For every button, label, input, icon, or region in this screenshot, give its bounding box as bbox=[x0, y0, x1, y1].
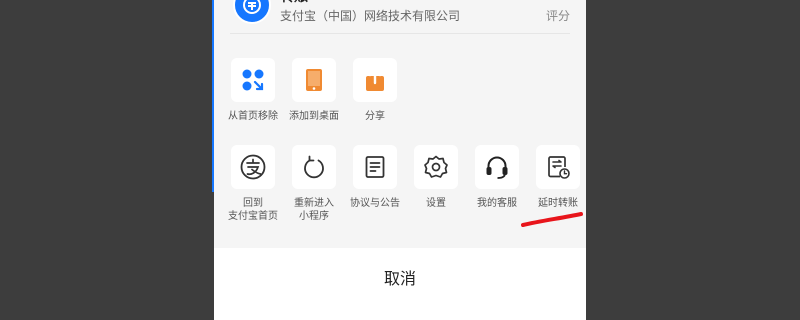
share-tile bbox=[353, 58, 397, 102]
settings-button[interactable]: 设置 bbox=[406, 145, 466, 210]
agreements-notices-button[interactable]: 协议与公告 bbox=[345, 145, 405, 210]
reload-icon bbox=[304, 155, 324, 179]
reenter-mini-program-tile bbox=[292, 145, 336, 189]
app-logo bbox=[233, 0, 271, 24]
share-button[interactable]: 分享 bbox=[345, 58, 405, 123]
red-underline-annotation bbox=[521, 212, 583, 227]
headset-icon bbox=[486, 156, 508, 179]
cancel-button[interactable]: 取消 bbox=[214, 248, 586, 320]
remove-from-home-tile bbox=[231, 58, 275, 102]
customer-service-label: 我的客服 bbox=[477, 198, 517, 209]
share-icon bbox=[366, 68, 384, 91]
customer-service-button[interactable]: 我的客服 bbox=[467, 145, 527, 210]
delayed-transfer-button[interactable]: 延时转账 bbox=[528, 145, 586, 210]
gear-icon bbox=[424, 155, 448, 178]
document-icon bbox=[365, 156, 385, 178]
back-to-alipay-home-label: 回到 支付宝首页 bbox=[228, 198, 278, 222]
divider bbox=[230, 33, 570, 34]
share-label: 分享 bbox=[365, 111, 385, 122]
app-company: 支付宝（中国）网络技术有限公司 bbox=[280, 9, 461, 23]
settings-tile bbox=[414, 145, 458, 189]
cancel-label: 取消 bbox=[383, 269, 416, 288]
agreements-notices-tile bbox=[353, 145, 397, 189]
back-to-alipay-home-button[interactable]: 回到 支付宝首页 bbox=[223, 145, 283, 223]
remove-from-home-button[interactable]: 从首页移除 bbox=[223, 58, 283, 123]
add-to-desktop-icon bbox=[306, 69, 322, 91]
app-info-row: 转账 支付宝（中国）网络技术有限公司 评分 bbox=[214, 0, 586, 34]
action-sheet: 转账 支付宝（中国）网络技术有限公司 评分 从首页移除 添加到桌面 bbox=[214, 0, 586, 320]
add-to-desktop-button[interactable]: 添加到桌面 bbox=[284, 58, 344, 123]
delayed-transfer-tile bbox=[536, 145, 580, 189]
agreements-notices-label: 协议与公告 bbox=[350, 198, 400, 209]
add-to-desktop-label: 添加到桌面 bbox=[289, 111, 339, 122]
remove-from-home-label: 从首页移除 bbox=[228, 111, 278, 122]
rating-label: 评分 bbox=[545, 9, 570, 23]
alipay-logo-icon bbox=[243, 0, 261, 14]
delayed-transfer-icon bbox=[548, 156, 570, 179]
app-name: 转账 bbox=[280, 0, 308, 5]
reenter-mini-program-label: 重新进入 小程序 bbox=[294, 198, 334, 222]
reenter-mini-program-button[interactable]: 重新进入 小程序 bbox=[284, 145, 344, 223]
remove-from-home-icon bbox=[242, 69, 264, 91]
alipay-home-icon bbox=[240, 154, 266, 180]
settings-label: 设置 bbox=[426, 198, 446, 209]
customer-service-tile bbox=[475, 145, 519, 189]
back-to-alipay-home-tile bbox=[231, 145, 275, 189]
add-to-desktop-tile bbox=[292, 58, 336, 102]
